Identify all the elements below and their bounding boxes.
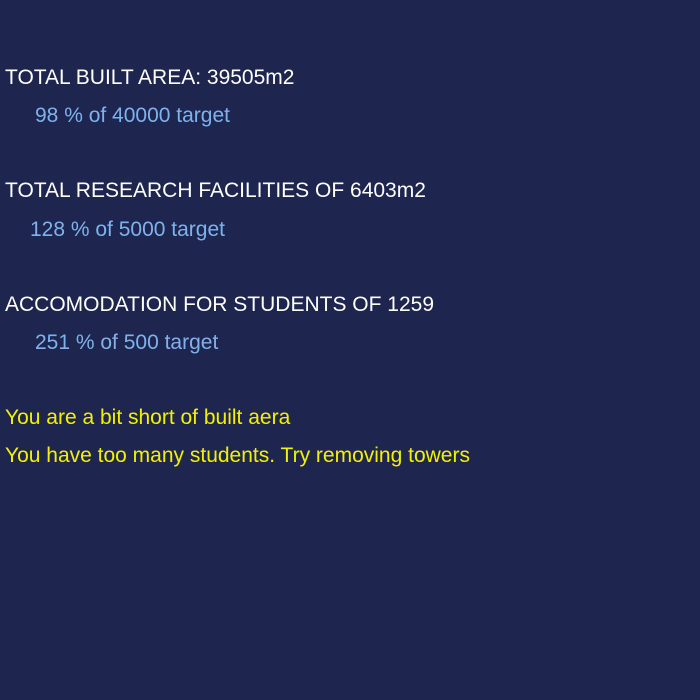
warning-students: You have too many students. Try removing… [5,444,470,467]
warning-built-area: You are a bit short of built aera [5,406,291,429]
research-facilities-target: 128 % of 5000 target [30,218,225,241]
student-accommodation-target: 251 % of 500 target [35,331,219,354]
built-area-heading: TOTAL BUILT AREA: 39505m2 [5,66,295,89]
built-area-target: 98 % of 40000 target [35,104,230,127]
student-accommodation-heading: ACCOMODATION FOR STUDENTS OF 1259 [5,293,434,316]
research-facilities-heading: TOTAL RESEARCH FACILITIES OF 6403m2 [5,179,426,202]
